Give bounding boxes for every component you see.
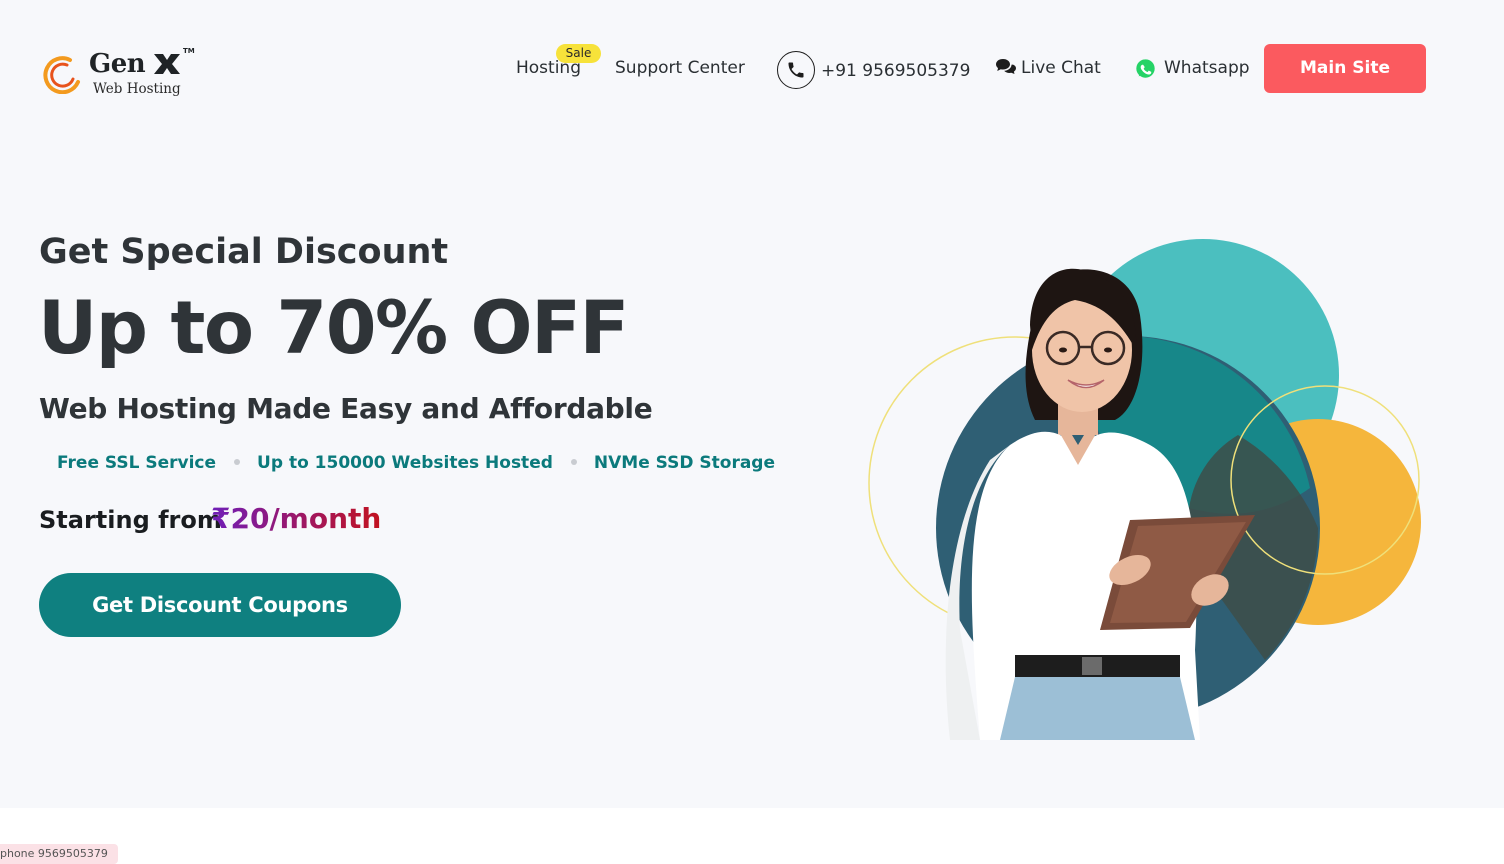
get-discount-coupons-button[interactable]: Get Discount Coupons [39, 573, 401, 637]
live-chat-link[interactable]: Live Chat [1021, 58, 1101, 78]
feature-item: NVMe SSD Storage [593, 453, 775, 473]
logo-swirl-icon [43, 56, 80, 94]
brand-logo[interactable]: Gen TM Web Hosting [40, 46, 200, 102]
phone-icon [788, 62, 804, 78]
feature-item: Up to 150000 Websites Hosted [257, 453, 553, 473]
feature-list: Free SSL Service Up to 150000 Websites Ho… [57, 453, 775, 473]
sale-badge: Sale [556, 44, 601, 63]
separator-dot [234, 458, 241, 465]
phone-tooltip: phone 9569505379 [0, 844, 118, 864]
hero-subheadline: Web Hosting Made Easy and Affordable [39, 392, 653, 425]
price-value: ₹20/month [211, 502, 382, 535]
main-site-button[interactable]: Main Site [1264, 44, 1426, 93]
logo-subtitle: Web Hosting [93, 81, 181, 97]
hero-eyebrow: Get Special Discount [39, 232, 449, 272]
chat-bubbles-icon [996, 59, 1016, 74]
hero-section: Gen TM Web Hosting Hosting Sale Support … [0, 0, 1504, 808]
starting-from-label: Starting from [39, 506, 222, 534]
logo-x-icon [154, 54, 180, 74]
phone-icon-button[interactable] [777, 51, 815, 89]
whatsapp-link[interactable]: Whatsapp [1164, 58, 1250, 78]
hero-illustration [868, 239, 1421, 740]
hero-headline: Up to 70% OFF [38, 286, 629, 371]
feature-item: Free SSL Service [57, 453, 217, 473]
nav-support-center-link[interactable]: Support Center [615, 58, 745, 78]
whatsapp-icon [1136, 59, 1155, 78]
trademark-mark: TM [183, 47, 195, 55]
phone-number-link[interactable]: +91 9569505379 [821, 61, 970, 81]
separator-dot [570, 458, 577, 465]
logo-wordmark: Gen [89, 49, 146, 79]
